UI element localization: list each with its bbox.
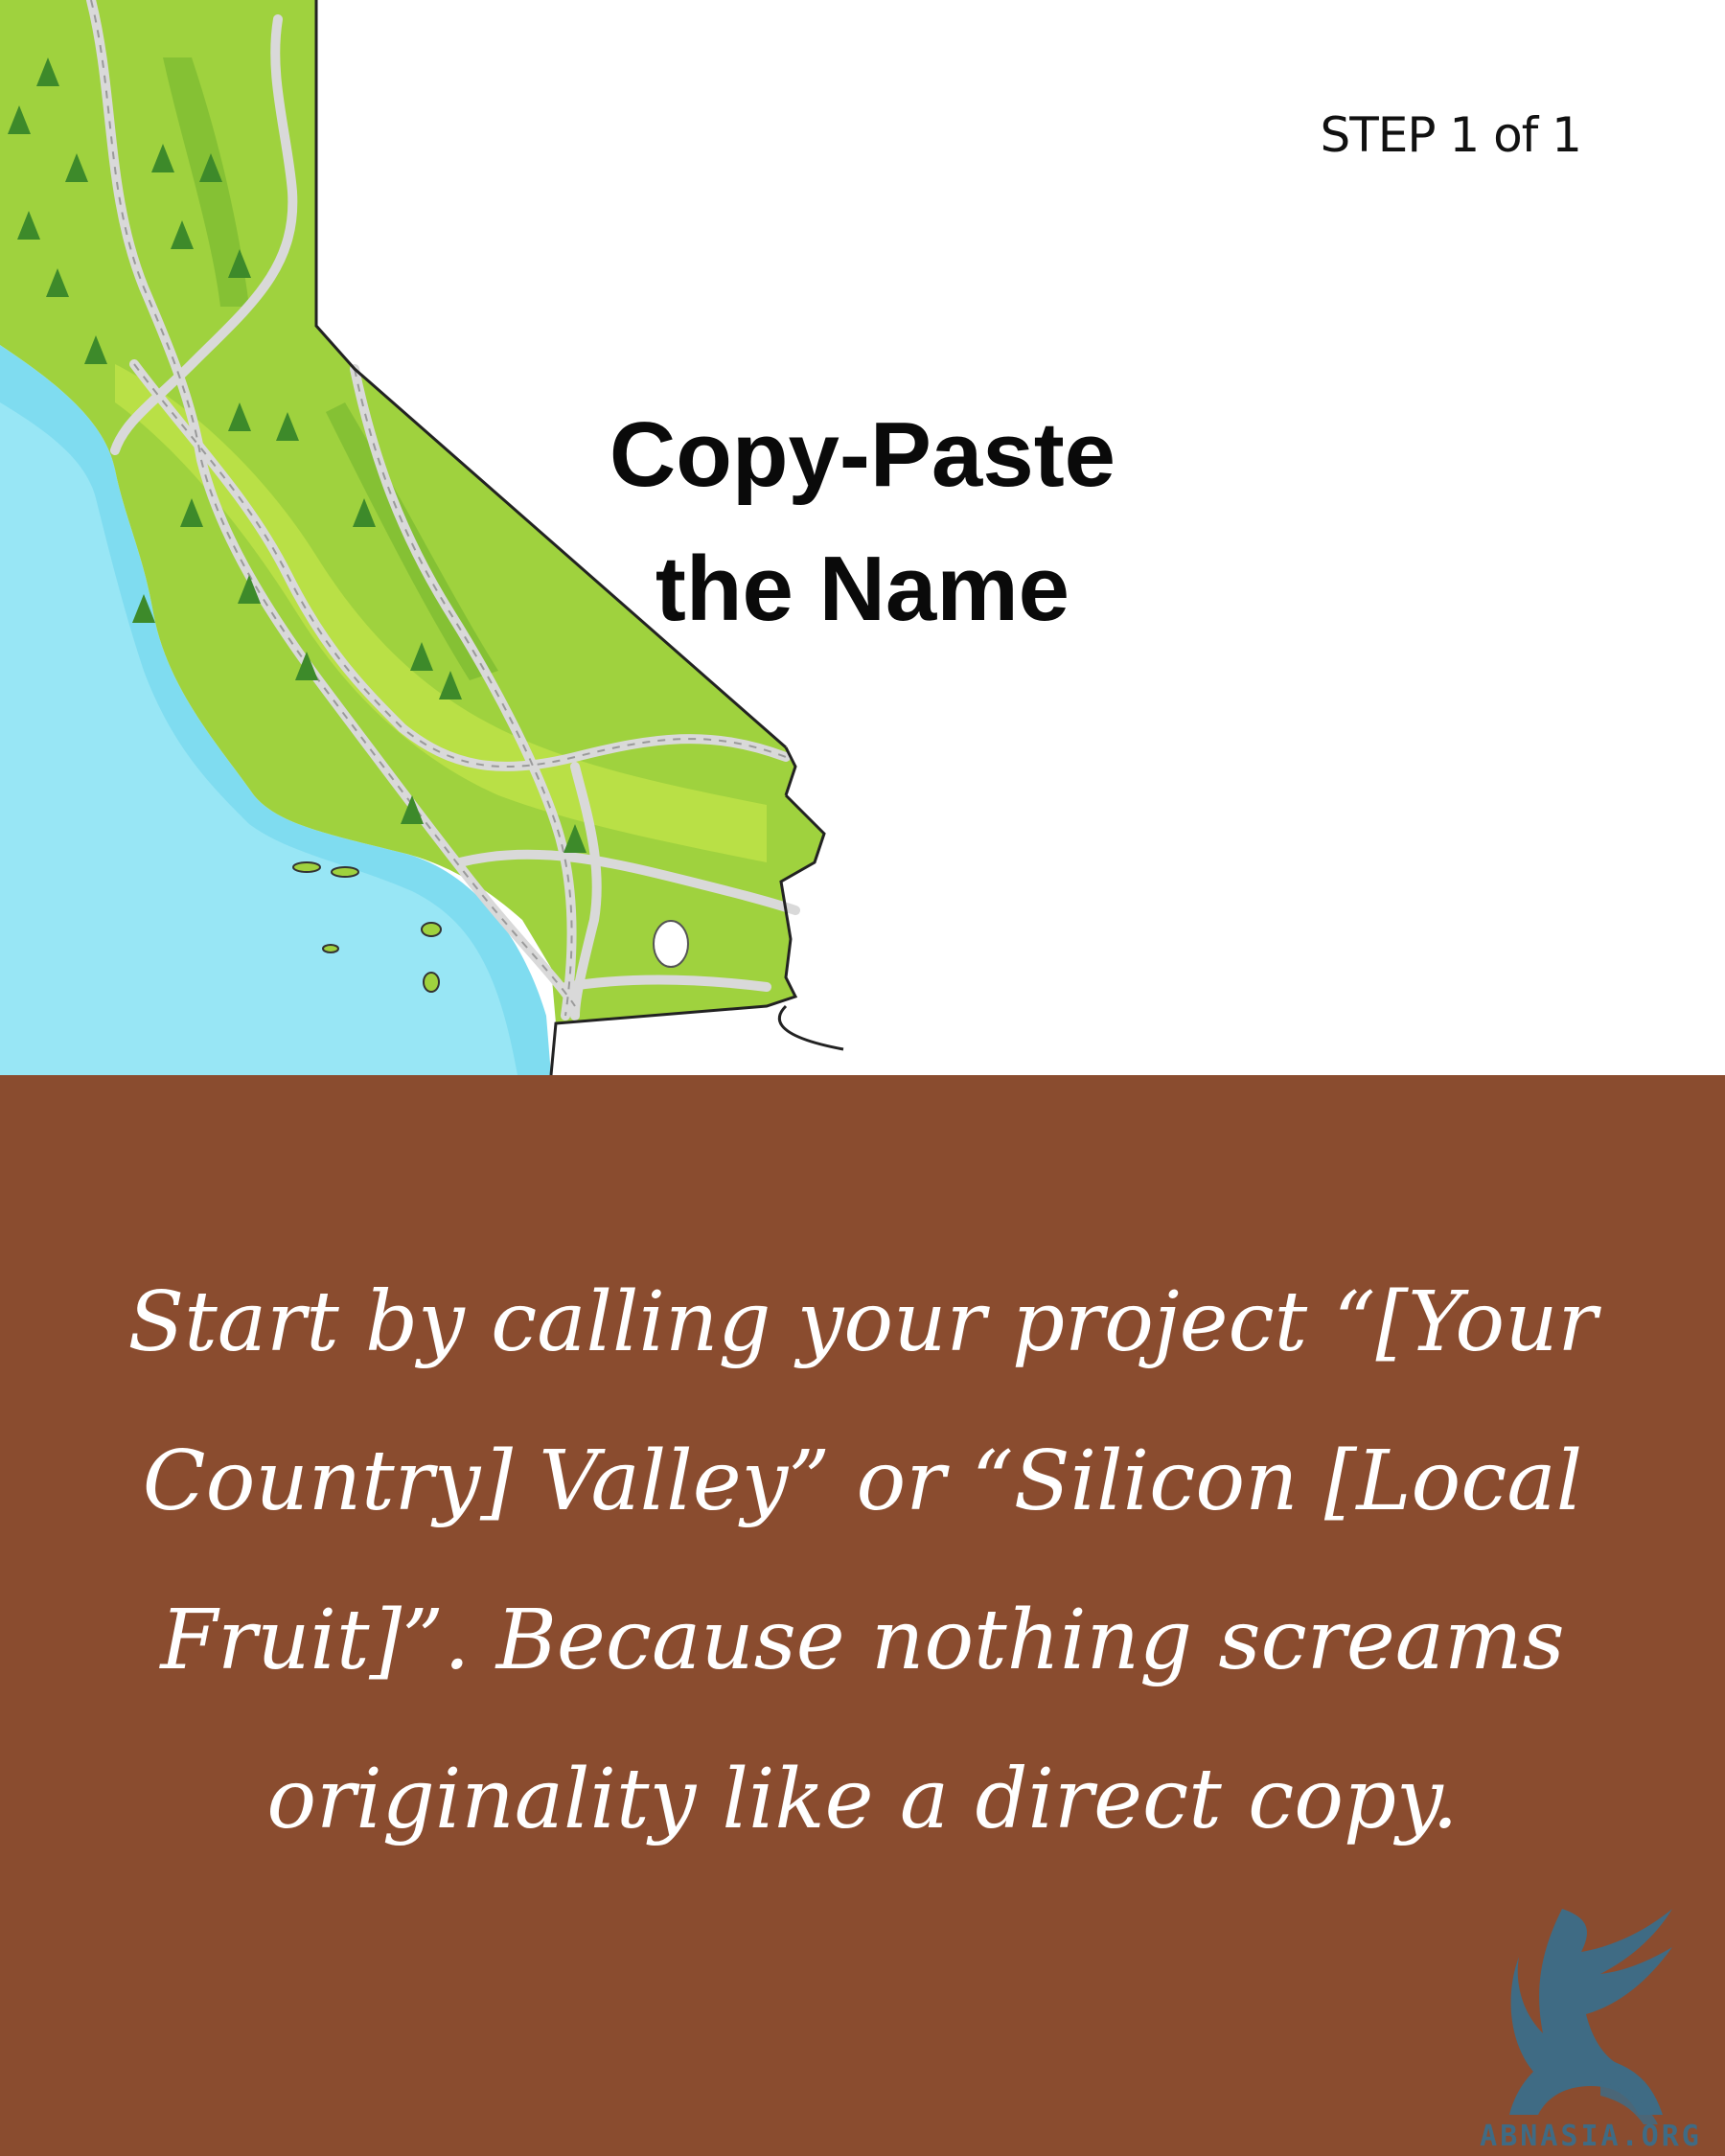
top-panel: STEP 1 of 1 Copy-Paste the Name (0, 0, 1725, 1075)
lake (653, 920, 689, 968)
title-line-2: the Name (655, 538, 1070, 640)
page-title: Copy-Paste the Name (537, 388, 1188, 656)
caption-panel: Start by calling your project “[Your Cou… (0, 1075, 1725, 2156)
site-watermark: ABNASIA.ORG (1480, 2120, 1702, 2153)
step-indicator: STEP 1 of 1 (1320, 107, 1582, 163)
griffin-logo-icon (1509, 1909, 1672, 2124)
title-line-1: Copy-Paste (609, 403, 1116, 506)
caption-text: Start by calling your project “[Your Cou… (127, 1274, 1598, 1847)
